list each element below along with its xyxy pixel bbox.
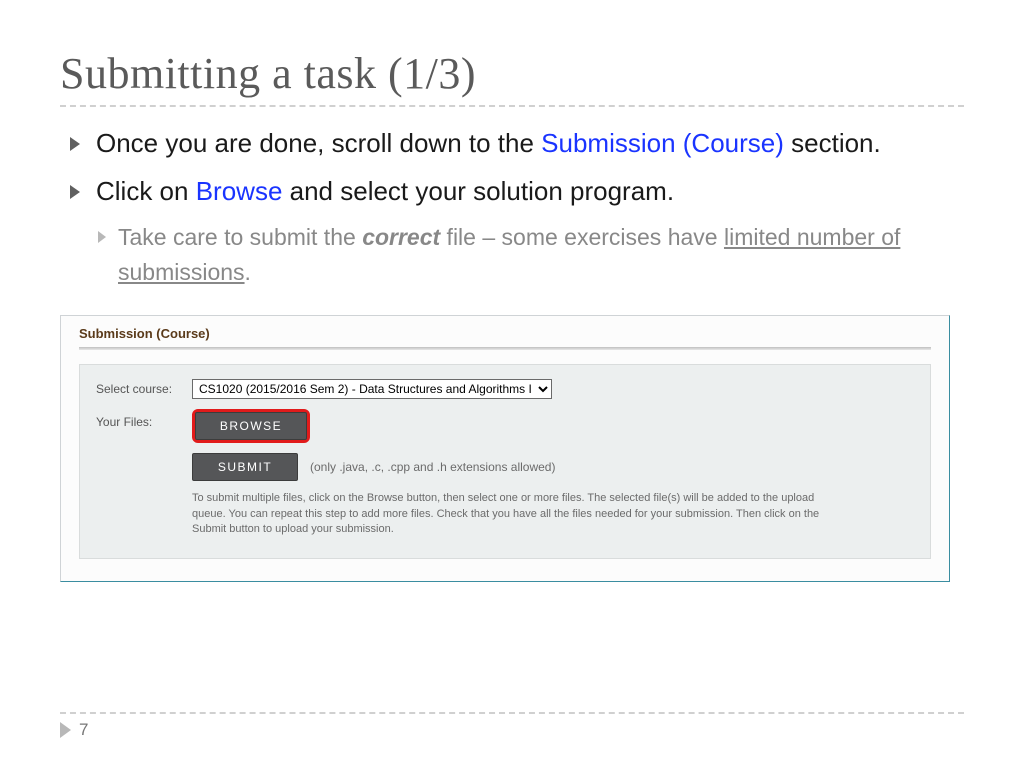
footer-divider bbox=[60, 712, 964, 714]
sub-text-pre: Take care to submit the bbox=[118, 224, 362, 250]
page-number: 7 bbox=[79, 720, 88, 740]
panel-divider bbox=[79, 347, 931, 350]
slide-title: Submitting a task (1/3) bbox=[60, 48, 964, 99]
course-select[interactable]: CS1020 (2015/2016 Sem 2) - Data Structur… bbox=[192, 379, 552, 399]
allowed-extensions-note: (only .java, .c, .cpp and .h extensions … bbox=[310, 460, 555, 474]
sub-text-post: . bbox=[245, 259, 251, 285]
bullet-1-link: Submission (Course) bbox=[541, 128, 784, 158]
page-arrow-icon bbox=[60, 722, 71, 738]
panel-heading: Submission (Course) bbox=[79, 326, 931, 341]
submission-panel: Submission (Course) Select course: CS102… bbox=[60, 315, 950, 581]
sub-bullet-item: Take care to submit the correct file – s… bbox=[118, 220, 964, 289]
slide: Submitting a task (1/3) Once you are don… bbox=[0, 0, 1024, 768]
sub-text-emph: correct bbox=[362, 224, 440, 250]
bullet-2-text-post: and select your solution program. bbox=[282, 176, 674, 206]
submit-button[interactable]: SUBMIT bbox=[192, 453, 298, 481]
bullet-1-text-pre: Once you are done, scroll down to the bbox=[96, 128, 541, 158]
bullet-item-2: Click on Browse and select your solution… bbox=[96, 173, 964, 290]
help-text: To submit multiple files, click on the B… bbox=[192, 491, 832, 537]
title-divider bbox=[60, 105, 964, 107]
page-number-row: 7 bbox=[60, 720, 964, 740]
submission-panel-inner: Submission (Course) Select course: CS102… bbox=[61, 316, 949, 580]
sub-text-mid: file – some exercises have bbox=[440, 224, 724, 250]
sub-bullet-list: Take care to submit the correct file – s… bbox=[96, 220, 964, 289]
row-submit: SUBMIT (only .java, .c, .cpp and .h exte… bbox=[192, 453, 914, 481]
browse-highlight-box: BROWSE bbox=[192, 409, 310, 443]
label-select-course: Select course: bbox=[96, 382, 192, 396]
bullet-item-1: Once you are done, scroll down to the Su… bbox=[96, 125, 964, 163]
browse-button[interactable]: BROWSE bbox=[195, 412, 307, 440]
panel-body: Select course: CS1020 (2015/2016 Sem 2) … bbox=[79, 364, 931, 558]
bullet-2-link: Browse bbox=[196, 176, 283, 206]
label-your-files: Your Files: bbox=[96, 409, 192, 429]
bullet-1-text-post: section. bbox=[784, 128, 881, 158]
bullet-2-text-pre: Click on bbox=[96, 176, 196, 206]
slide-footer: 7 bbox=[60, 712, 964, 740]
row-select-course: Select course: CS1020 (2015/2016 Sem 2) … bbox=[96, 379, 914, 399]
bullet-list: Once you are done, scroll down to the Su… bbox=[60, 125, 964, 289]
row-your-files: Your Files: BROWSE bbox=[96, 409, 914, 443]
